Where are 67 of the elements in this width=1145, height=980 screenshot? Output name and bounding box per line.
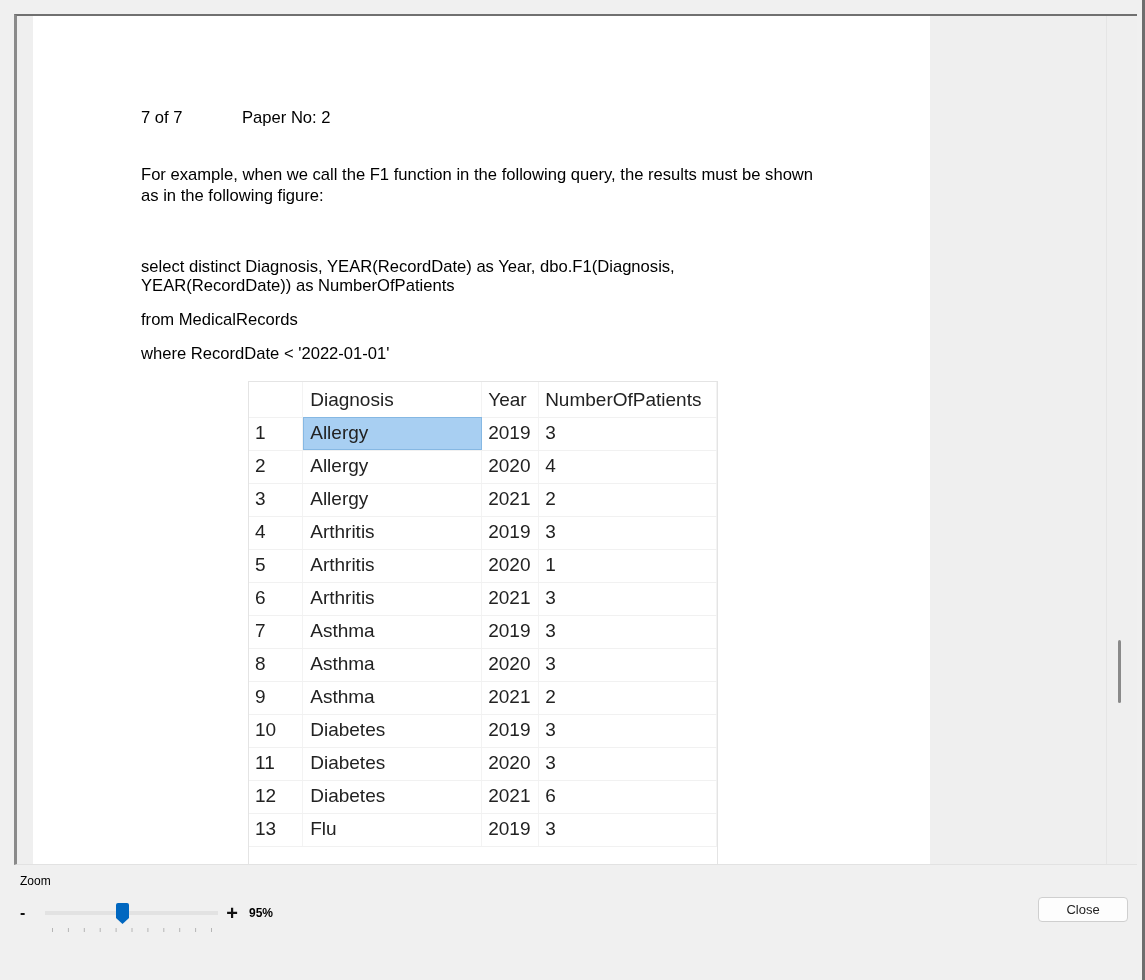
table-cell[interactable]: 3 — [538, 615, 717, 648]
table-cell[interactable]: Arthritis — [302, 516, 482, 549]
row-number: 7 — [249, 615, 303, 648]
table-cell[interactable]: 1 — [538, 549, 717, 582]
slider-thumb[interactable] — [116, 902, 130, 924]
table-cell[interactable]: 3 — [538, 417, 717, 450]
row-number: 9 — [249, 681, 303, 714]
row-number: 1 — [249, 417, 303, 450]
query-text: select distinct Diagnosis, YEAR(RecordDate) as Year, dbo.F1(Diagnosis, YEAR(RecordDate)) as NumberOfPatients — [141, 257, 676, 295]
table-cell[interactable]: Diabetes — [302, 747, 482, 780]
table-cell[interactable]: 3 — [538, 516, 717, 549]
table-cell[interactable]: 2019 — [481, 813, 539, 846]
scrollbar-thumb[interactable] — [1118, 640, 1121, 703]
table-cell[interactable]: 2 — [538, 681, 717, 714]
table-cell[interactable]: Arthritis — [302, 582, 482, 615]
zoom-label: Zoom — [20, 873, 52, 889]
query-text: where RecordDate < '2022-01-01' — [141, 344, 391, 363]
table-cell[interactable]: Allergy — [302, 450, 482, 483]
table-cell[interactable]: 4 — [538, 450, 717, 483]
paper-number: Paper No: 2 — [242, 108, 331, 128]
table-cell[interactable]: 3 — [538, 648, 717, 681]
column-header: Year — [481, 382, 539, 417]
zoom-percentage: 95% — [249, 905, 274, 922]
row-number: 13 — [249, 813, 303, 846]
row-number: 11 — [249, 747, 303, 780]
table-cell[interactable]: 6 — [538, 780, 717, 813]
table-cell[interactable]: Asthma — [302, 648, 482, 681]
table-cell[interactable]: 2020 — [481, 747, 539, 780]
table-cell[interactable]: 2020 — [481, 450, 539, 483]
table-cell[interactable]: 3 — [538, 714, 717, 747]
table-cell[interactable]: 2020 — [481, 648, 539, 681]
column-header: NumberOfPatients — [538, 382, 717, 417]
table-cell[interactable]: 3 — [538, 813, 717, 846]
query-text: from MedicalRecords — [141, 310, 299, 329]
table-cell[interactable]: 2019 — [481, 615, 539, 648]
table-cell[interactable]: 2020 — [481, 549, 539, 582]
table-cell[interactable]: 3 — [538, 582, 717, 615]
table-cell[interactable]: 2021 — [481, 780, 539, 813]
table-cell[interactable]: Diabetes — [302, 780, 482, 813]
row-number: 4 — [249, 516, 303, 549]
row-number: 8 — [249, 648, 303, 681]
table-cell[interactable]: Flu — [302, 813, 482, 846]
table-cell[interactable]: Allergy — [302, 483, 482, 516]
table-cell[interactable]: 2021 — [481, 483, 539, 516]
table-cell[interactable]: 3 — [538, 747, 717, 780]
zoom-out-button[interactable]: - — [20, 903, 32, 923]
page-indicator: 7 of 7 — [141, 108, 184, 128]
row-number: 2 — [249, 450, 303, 483]
paragraph-text: For example, when we call the F1 function in the following query, the results must be shown as in the following figure: — [141, 164, 815, 206]
table-cell[interactable]: 2019 — [481, 417, 539, 450]
table-cell[interactable]: 2021 — [481, 681, 539, 714]
table-cell[interactable]: 2019 — [481, 714, 539, 747]
table-cell[interactable]: Asthma — [302, 615, 482, 648]
row-number: 5 — [249, 549, 303, 582]
table-cell[interactable]: Diabetes — [302, 714, 482, 747]
table-cell[interactable]: 2021 — [481, 582, 539, 615]
row-number: 6 — [249, 582, 303, 615]
zoom-in-button[interactable]: + — [225, 903, 239, 923]
table-cell[interactable]: 2019 — [481, 516, 539, 549]
row-number: 10 — [249, 714, 303, 747]
table-cell[interactable]: Allergy — [302, 417, 482, 450]
close-button[interactable]: Close — [1038, 897, 1128, 922]
row-number: 3 — [249, 483, 303, 516]
table-cell[interactable]: Arthritis — [302, 549, 482, 582]
table-cell[interactable]: Asthma — [302, 681, 482, 714]
table-cell[interactable]: 2 — [538, 483, 717, 516]
row-number: 12 — [249, 780, 303, 813]
